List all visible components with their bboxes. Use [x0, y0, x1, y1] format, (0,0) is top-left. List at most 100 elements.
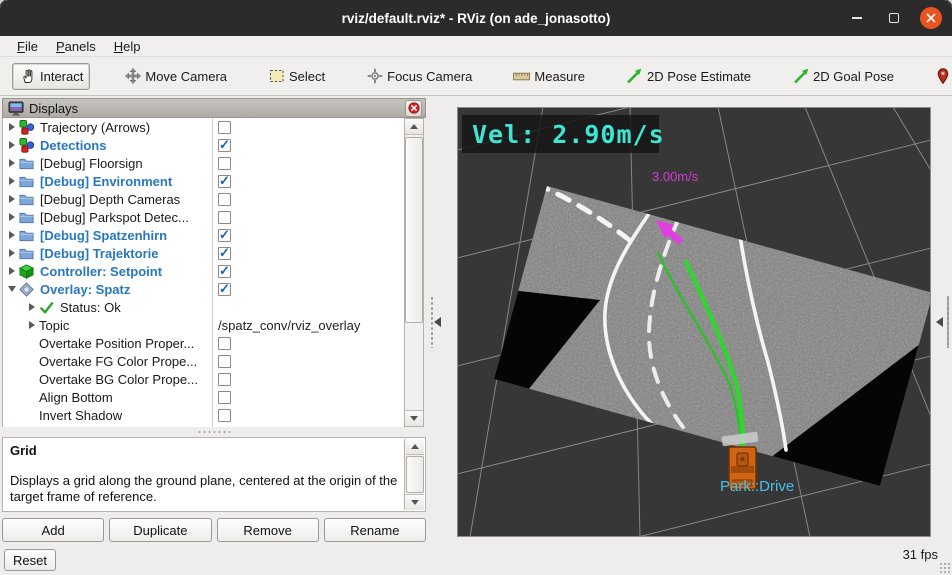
expand-arrow-icon[interactable] [5, 249, 19, 257]
display-enabled-checkbox[interactable] [218, 138, 231, 152]
description-scrollbar[interactable] [404, 439, 424, 510]
tool-label: 2D Pose Estimate [646, 68, 752, 84]
display-enabled-checkbox[interactable] [218, 372, 231, 386]
display-enabled-checkbox[interactable] [218, 264, 231, 278]
render-viewport[interactable]: 3.00m/s Park::Drive Vel: 2.90m/s [457, 107, 931, 537]
display-enabled-checkbox[interactable] [218, 246, 231, 260]
display-enabled-checkbox[interactable] [218, 354, 231, 368]
expand-arrow-icon[interactable] [5, 286, 19, 292]
expand-arrow-icon[interactable] [5, 159, 19, 167]
display-enabled-checkbox[interactable] [218, 210, 231, 224]
minimize-button[interactable] [846, 7, 868, 29]
tree-row-overtake-fg-color-prope[interactable]: Overtake FG Color Prope... [3, 352, 404, 370]
target-speed-label: 3.00m/s [652, 169, 699, 184]
tool-label: Select [289, 68, 326, 84]
tree-row-status-ok[interactable]: Status: Ok [3, 298, 404, 316]
tool-move-camera[interactable]: Move Camera [117, 63, 234, 90]
tree-row-value-cell [214, 172, 404, 190]
expand-arrow-icon[interactable] [5, 141, 19, 149]
expand-arrow-icon[interactable] [5, 267, 19, 275]
pose-arrow-icon [792, 68, 809, 85]
menu-file[interactable]: File [8, 37, 47, 56]
tree-row-overlay-spatz[interactable]: Overlay: Spatz [3, 280, 404, 298]
tool-2d-goal-pose[interactable]: 2D Goal Pose [785, 63, 901, 90]
collapse-right-panel-arrow-icon[interactable] [936, 317, 943, 327]
tree-row-debug-environment[interactable]: [Debug] Environment [3, 172, 404, 190]
tree-row-value-cell [214, 190, 404, 208]
expand-arrow-icon[interactable] [25, 303, 39, 311]
render-scene: 3.00m/s Park::Drive Vel: 2.90m/s [458, 108, 930, 536]
maximize-button[interactable] [883, 7, 905, 29]
scroll-down-button[interactable] [405, 410, 423, 426]
expand-arrow-icon[interactable] [5, 195, 19, 203]
display-enabled-checkbox[interactable] [218, 156, 231, 170]
tree-row-debug-parkspot-detec[interactable]: [Debug] Parkspot Detec... [3, 208, 404, 226]
expand-arrow-icon[interactable] [25, 321, 39, 329]
display-enabled-checkbox[interactable] [218, 390, 231, 404]
menu-panels[interactable]: Panels [47, 37, 105, 56]
displays-panel-header[interactable]: Displays [2, 98, 426, 118]
selected-display-description: Displays a grid along the ground plane, … [10, 473, 398, 504]
expand-arrow-icon[interactable] [5, 123, 19, 131]
reset-button[interactable]: Reset [4, 549, 56, 571]
display-enabled-checkbox[interactable] [218, 336, 231, 350]
tool-measure[interactable]: Measure [506, 63, 592, 90]
tool-focus-camera[interactable]: Focus Camera [359, 63, 479, 90]
scrollbar-thumb[interactable] [405, 137, 423, 323]
tool-2d-pose-estimate[interactable]: 2D Pose Estimate [619, 63, 758, 90]
right-splitter-handle[interactable] [947, 296, 949, 348]
tool-interact[interactable]: Interact [12, 62, 91, 90]
expand-arrow-icon[interactable] [5, 177, 19, 185]
tree-row-overtake-bg-color-prope[interactable]: Overtake BG Color Prope... [3, 370, 404, 388]
tree-row-value-cell [214, 406, 404, 424]
property-value[interactable]: /spatz_conv/rviz_overlay [218, 318, 360, 333]
rename-button[interactable]: Rename [323, 518, 426, 542]
add-button[interactable]: Add [2, 518, 105, 542]
window-resize-grip[interactable] [939, 562, 950, 573]
expand-arrow-icon[interactable] [5, 231, 19, 239]
display-enabled-checkbox[interactable] [218, 120, 231, 134]
tool-select[interactable]: Select [261, 63, 332, 90]
display-enabled-checkbox[interactable] [218, 228, 231, 242]
tree-row-topic[interactable]: Topic/spatz_conv/rviz_overlay [3, 316, 404, 334]
tree-row-detections[interactable]: Detections [3, 136, 404, 154]
display-enabled-checkbox[interactable] [218, 192, 231, 206]
tool-label: Move Camera [145, 68, 227, 84]
display-enabled-checkbox[interactable] [218, 174, 231, 188]
cube-icon [19, 263, 35, 279]
tree-row-overtake-position-proper[interactable]: Overtake Position Proper... [3, 334, 404, 352]
tree-row-debug-depth-cameras[interactable]: [Debug] Depth Cameras [3, 190, 404, 208]
tree-row-value-cell [214, 280, 404, 298]
close-button[interactable] [920, 7, 942, 29]
selected-display-name: Grid [10, 443, 37, 458]
tree-row-align-bottom[interactable]: Align Bottom [3, 388, 404, 406]
display-enabled-checkbox[interactable] [218, 282, 231, 296]
menu-help[interactable]: Help [105, 37, 150, 56]
tree-row-trajectory-arrows[interactable]: Trajectory (Arrows) [3, 118, 404, 136]
tree-description-splitter[interactable] [2, 427, 426, 437]
tree-row-label: Overtake Position Proper... [39, 335, 195, 351]
tool-label: Interact [40, 68, 84, 84]
tree-row-invert-shadow[interactable]: Invert Shadow [3, 406, 404, 424]
expand-arrow-icon[interactable] [5, 213, 19, 221]
remove-button[interactable]: Remove [216, 518, 319, 542]
collapse-panel-arrow-icon[interactable] [434, 317, 441, 327]
tree-row-debug-floorsign[interactable]: [Debug] Floorsign [3, 154, 404, 172]
select-box-icon [268, 68, 285, 85]
focus-camera-icon [366, 68, 383, 85]
tree-row-debug-spatzenhirn[interactable]: [Debug] Spatzenhirn [3, 226, 404, 244]
scroll-up-button[interactable] [406, 439, 424, 455]
measure-ruler-icon [513, 68, 531, 85]
duplicate-button[interactable]: Duplicate [109, 518, 212, 542]
scroll-up-button[interactable] [405, 119, 423, 135]
tree-row-value-cell [214, 334, 404, 352]
tool-label: 2D Goal Pose [813, 68, 894, 84]
tree-row-controller-setpoint[interactable]: Controller: Setpoint [3, 262, 404, 280]
display-enabled-checkbox[interactable] [218, 408, 231, 422]
scroll-down-button[interactable] [406, 494, 424, 510]
tool-publish-point[interactable]: Publish Point [928, 63, 952, 90]
displays-close-button[interactable] [405, 99, 422, 117]
displays-tree-scrollbar[interactable] [404, 118, 424, 427]
tree-row-debug-trajektorie[interactable]: [Debug] Trajektorie [3, 244, 404, 262]
scrollbar-thumb[interactable] [406, 456, 424, 493]
